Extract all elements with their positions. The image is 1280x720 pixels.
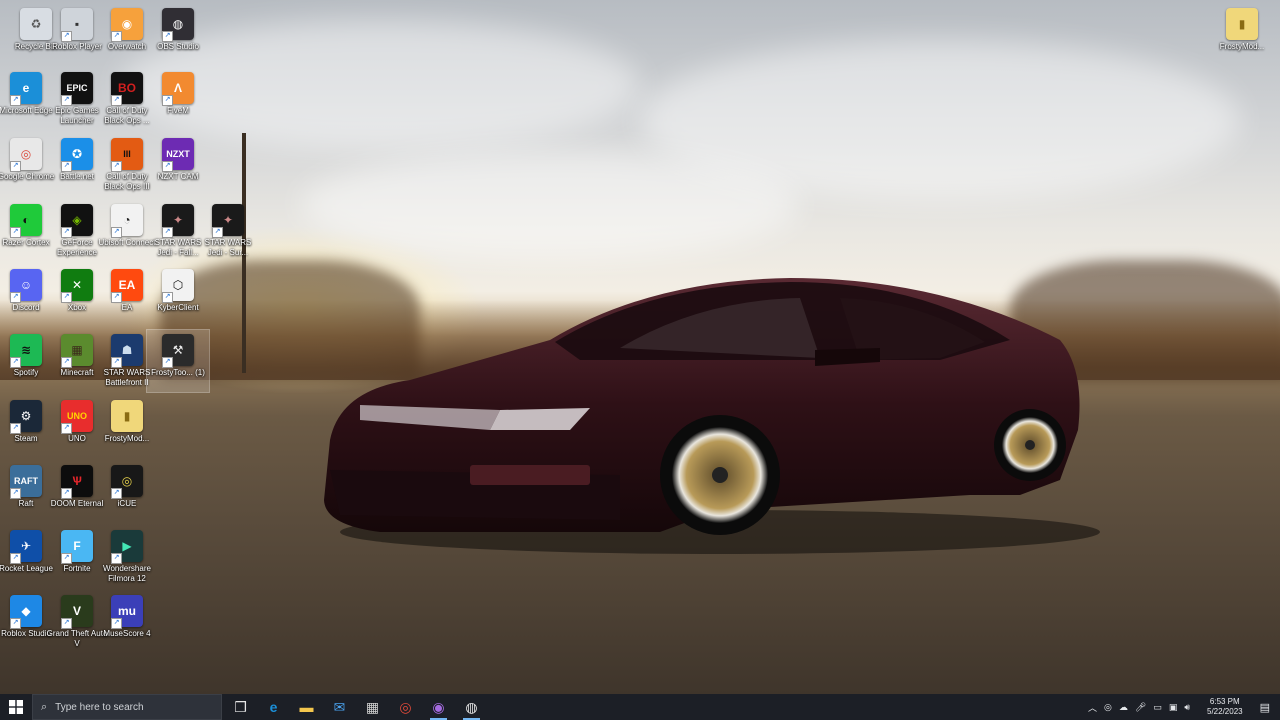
desktop[interactable]: ♻ Recycle Bin ▪ ↗ Roblox Player ◉ ↗ Overwatch ◍ ↗… bbox=[0, 0, 1280, 694]
search-icon: ⌕ bbox=[41, 700, 48, 713]
desktop-icon-label: iCUE bbox=[117, 499, 137, 508]
chevron-up-icon[interactable]: ︿ bbox=[1088, 701, 1097, 714]
search-placeholder: Type here to search bbox=[55, 701, 144, 713]
system-tray: ︿ ◎ ☁ 🎤︎ ▭ ▣ 🔊︎ 6:53 PM 5/22/2023 ▤ bbox=[1088, 697, 1280, 717]
taskbar-chrome-button[interactable]: ◎ bbox=[389, 694, 422, 720]
clock-date: 5/22/2023 bbox=[1207, 707, 1243, 716]
shortcut-arrow-icon: ↗ bbox=[61, 31, 72, 42]
wallpaper-car bbox=[324, 278, 1100, 554]
shortcut-arrow-icon: ↗ bbox=[111, 488, 122, 499]
clock-time: 6:53 PM bbox=[1209, 697, 1240, 706]
shortcut-arrow-icon: ↗ bbox=[10, 488, 21, 499]
icon-obs-studio[interactable]: ◍ ↗ OBS Studio bbox=[147, 4, 209, 66]
icon-frostytool[interactable]: ⚒ ↗ FrostyToo... (1) bbox=[146, 329, 210, 393]
desktop-icon-label: KyberClient bbox=[157, 303, 199, 312]
start-button[interactable] bbox=[0, 694, 32, 720]
icon-star-wars-jedi-sur[interactable]: ✦ ↗ STAR WARS Jedi - Sur... bbox=[197, 200, 259, 262]
shortcut-arrow-icon: ↗ bbox=[61, 161, 72, 172]
icon-frostymod-folder-glyph-icon: ▮ bbox=[111, 400, 143, 432]
taskbar-file-explorer-icon: ▬ bbox=[299, 699, 314, 715]
shortcut-arrow-icon: ↗ bbox=[61, 357, 72, 368]
shortcut-arrow-icon: ↗ bbox=[111, 95, 122, 106]
shortcut-arrow-icon: ↗ bbox=[10, 618, 21, 629]
windows-logo-icon bbox=[9, 700, 23, 714]
taskbar-search-box[interactable]: ⌕ Type here to search bbox=[32, 694, 222, 720]
microphone-icon[interactable]: 🎤︎ bbox=[1135, 702, 1146, 713]
desktop-icon-label: MuseScore 4 bbox=[103, 629, 151, 638]
shortcut-arrow-icon: ↗ bbox=[111, 357, 122, 368]
taskbar-chrome-profile-button[interactable]: ◉ bbox=[422, 694, 455, 720]
shortcut-arrow-icon: ↗ bbox=[162, 292, 173, 303]
taskbar-chrome-profile-icon: ◉ bbox=[432, 698, 445, 715]
onedrive-icon[interactable]: ☁ bbox=[1119, 702, 1128, 713]
icue-tray-icon[interactable]: ◎ bbox=[1104, 702, 1112, 713]
taskbar-apps: ❒ e ▬ ✉ ▦ ◎ ◉ ◍ bbox=[224, 694, 488, 720]
taskbar-mail-icon: ✉ bbox=[333, 698, 346, 715]
taskbar-chrome-icon: ◎ bbox=[399, 698, 412, 715]
shortcut-arrow-icon: ↗ bbox=[61, 292, 72, 303]
shortcut-arrow-icon: ↗ bbox=[10, 292, 21, 303]
shortcut-arrow-icon: ↗ bbox=[162, 95, 173, 106]
shortcut-arrow-icon: ↗ bbox=[162, 227, 173, 238]
speaker-icon[interactable]: 🔊︎ bbox=[1184, 702, 1190, 713]
shortcut-arrow-icon: ↗ bbox=[10, 95, 21, 106]
shortcut-arrow-icon: ↗ bbox=[61, 488, 72, 499]
shortcut-arrow-icon: ↗ bbox=[61, 618, 72, 629]
shortcut-arrow-icon: ↗ bbox=[212, 227, 223, 238]
shortcut-arrow-icon: ↗ bbox=[10, 227, 21, 238]
shortcut-arrow-icon: ↗ bbox=[162, 31, 173, 42]
taskbar-edge-button[interactable]: e bbox=[257, 694, 290, 720]
icon-wondershare-filmora[interactable]: ▶ ↗ Wondershare Filmora 12 bbox=[96, 526, 158, 588]
shortcut-arrow-icon: ↗ bbox=[162, 161, 173, 172]
shortcut-arrow-icon: ↗ bbox=[61, 553, 72, 564]
icon-frostymod-folder[interactable]: ▮ FrostyMod... bbox=[96, 396, 158, 458]
shortcut-arrow-icon: ↗ bbox=[111, 553, 122, 564]
taskbar-obs-icon: ◍ bbox=[465, 698, 478, 715]
taskbar-edge-icon: e bbox=[269, 699, 278, 715]
taskbar-file-explorer-button[interactable]: ▬ bbox=[290, 694, 323, 720]
icon-frostymod-top[interactable]: ▮ FrostyMod... bbox=[1211, 4, 1273, 66]
shortcut-arrow-icon: ↗ bbox=[162, 357, 173, 368]
shortcut-arrow-icon: ↗ bbox=[111, 618, 122, 629]
shortcut-arrow-icon: ↗ bbox=[61, 227, 72, 238]
taskbar-mail-button[interactable]: ✉ bbox=[323, 694, 356, 720]
desktop-icon-label: OBS Studio bbox=[157, 42, 199, 51]
icon-icue[interactable]: ◎ ↗ iCUE bbox=[96, 461, 158, 523]
shortcut-arrow-icon: ↗ bbox=[10, 357, 21, 368]
shortcut-arrow-icon: ↗ bbox=[10, 161, 21, 172]
desktop-icon-label: FrostyToo... (1) bbox=[151, 368, 205, 377]
taskbar-task-view-button[interactable]: ❒ bbox=[224, 694, 257, 720]
shortcut-arrow-icon: ↗ bbox=[111, 31, 122, 42]
desktop-icon-label: FrostyMod... bbox=[1219, 42, 1265, 51]
desktop-icon-label: FrostyMod... bbox=[104, 434, 150, 443]
shortcut-arrow-icon: ↗ bbox=[61, 95, 72, 106]
shortcut-arrow-icon: ↗ bbox=[10, 423, 21, 434]
desktop-icon-label: STAR WARS Jedi - Sur... bbox=[204, 238, 252, 257]
icon-frostymod-top-glyph-icon: ▮ bbox=[1226, 8, 1258, 40]
shortcut-arrow-icon: ↗ bbox=[111, 161, 122, 172]
desktop-icon-label: NZXT CAM bbox=[157, 172, 199, 181]
wallpaper-cloud bbox=[300, 150, 800, 260]
taskbar-store-icon: ▦ bbox=[365, 698, 380, 715]
shortcut-arrow-icon: ↗ bbox=[10, 553, 21, 564]
taskbar-task-view-icon: ❒ bbox=[234, 698, 247, 715]
volume-extra-icon[interactable]: ▭ bbox=[1153, 702, 1162, 713]
desktop-icon-label: FiveM bbox=[167, 106, 189, 115]
network-icon[interactable]: ▣ bbox=[1169, 702, 1178, 713]
taskbar-clock[interactable]: 6:53 PM 5/22/2023 bbox=[1207, 697, 1243, 717]
shortcut-arrow-icon: ↗ bbox=[61, 423, 72, 434]
taskbar: ⌕ Type here to search ❒ e ▬ ✉ ▦ ◎ ◉ ◍ ︿ ◎ ☁ 🎤︎ … bbox=[0, 694, 1280, 720]
icon-fivem[interactable]: Λ ↗ FiveM bbox=[147, 68, 209, 130]
icon-musescore[interactable]: mu ↗ MuseScore 4 bbox=[96, 591, 158, 653]
taskbar-store-button[interactable]: ▦ bbox=[356, 694, 389, 720]
icon-kyber-client[interactable]: ⬡ ↗ KyberClient bbox=[147, 265, 209, 327]
shortcut-arrow-icon: ↗ bbox=[111, 292, 122, 303]
icon-nzxt-cam[interactable]: NZXT ↗ NZXT CAM bbox=[147, 134, 209, 196]
notification-icon[interactable]: ▤ bbox=[1260, 701, 1270, 714]
shortcut-arrow-icon: ↗ bbox=[111, 227, 122, 238]
taskbar-obs-button[interactable]: ◍ bbox=[455, 694, 488, 720]
desktop-icon-label: Wondershare Filmora 12 bbox=[103, 564, 151, 583]
